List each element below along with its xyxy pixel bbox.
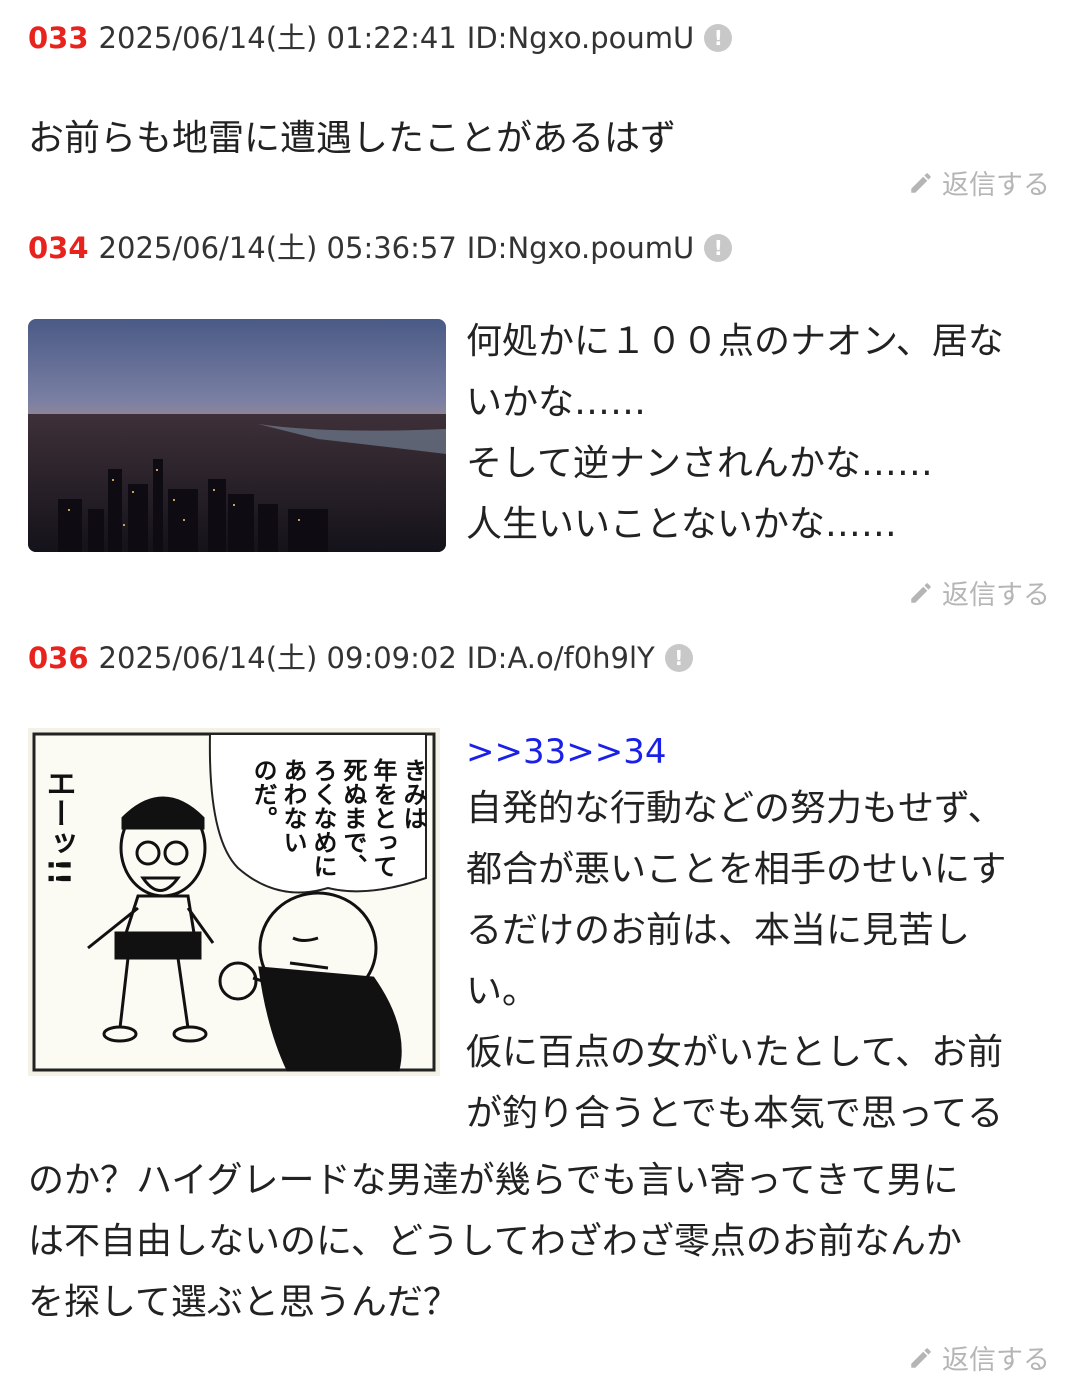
speech-text: あわない bbox=[279, 758, 307, 854]
post-body: 何処かに１００点のナオン、居な いかな…… そして逆ナンされんかな…… 人生いい… bbox=[466, 311, 1004, 555]
post-date: 2025/06/14(土) 09:09:02 bbox=[98, 641, 457, 675]
reply-label: 返信する bbox=[942, 170, 1050, 201]
post-text-line: 何処かに１００点のナオン、居な bbox=[466, 321, 1004, 362]
post-036: 036 2025/06/14(土) 09:09:02 ID:A.o/f0h9lY… bbox=[28, 638, 1050, 678]
reply-button[interactable]: 返信する bbox=[908, 163, 1050, 202]
post-header: 033 2025/06/14(土) 01:22:41 ID:Ngxo.poumU… bbox=[28, 18, 1050, 58]
speech-text: エーッ!! bbox=[41, 768, 76, 885]
post-text-line: 都合が悪いことを相手のせいにす bbox=[466, 849, 1007, 890]
post-text-line: そして逆ナンされんかな…… bbox=[466, 443, 933, 484]
post-date: 2025/06/14(土) 05:36:57 bbox=[98, 231, 457, 265]
reply-label: 返信する bbox=[942, 1345, 1050, 1376]
post-text-line: のか？ハイグレードな男達が幾らでも言い寄ってきて男に bbox=[28, 1160, 959, 1201]
post-text-line: お前らも地雷に遭遇したことがあるはず bbox=[28, 118, 677, 159]
post-text-line: 自発的な行動などの努力もせず、 bbox=[466, 788, 1004, 829]
city-sunset-photo[interactable] bbox=[28, 319, 446, 552]
post-text-line: 人生いいことないかな…… bbox=[466, 504, 897, 545]
reply-button[interactable]: 返信する bbox=[908, 573, 1050, 612]
speech-text: ろくなめに bbox=[309, 758, 337, 878]
post-text-line: を探して選ぶと思うんだ？ bbox=[28, 1282, 459, 1323]
post-text-line: い。 bbox=[466, 971, 539, 1012]
pencil-icon bbox=[911, 582, 931, 603]
reply-button[interactable]: 返信する bbox=[908, 1338, 1050, 1377]
post-body-full: のか？ハイグレードな男達が幾らでも言い寄ってきて男に は不自由しないのに、どうし… bbox=[28, 1150, 962, 1333]
manga-panel-graphic: きみは 年をとって 死ぬまで、 ろくなめに あわない のだ。 エーッ!! bbox=[28, 728, 440, 1076]
speech-text: 死ぬまで、 bbox=[339, 758, 367, 878]
post-text-line: いかな…… bbox=[466, 382, 647, 423]
post-id[interactable]: ID:A.o/f0h9lY bbox=[467, 638, 655, 678]
post-header: 036 2025/06/14(土) 09:09:02 ID:A.o/f0h9lY… bbox=[28, 638, 1050, 678]
post-text-line: は不自由しないのに、どうしてわざわざ零点のお前なんか bbox=[28, 1221, 962, 1262]
post-number[interactable]: 034 bbox=[28, 228, 89, 268]
post-number[interactable]: 036 bbox=[28, 638, 89, 678]
post-text-line: るだけのお前は、本当に見苦し bbox=[466, 910, 971, 951]
post-033: 033 2025/06/14(土) 01:22:41 ID:Ngxo.poumU… bbox=[28, 18, 1050, 169]
city-sunset-photo-graphic bbox=[28, 319, 446, 552]
post-header: 034 2025/06/14(土) 05:36:57 ID:Ngxo.poumU… bbox=[28, 228, 1050, 268]
post-number[interactable]: 033 bbox=[28, 18, 89, 58]
pencil-icon bbox=[911, 172, 931, 193]
info-icon[interactable]: ! bbox=[664, 644, 693, 672]
reply-label: 返信する bbox=[942, 580, 1050, 611]
info-icon[interactable]: ! bbox=[704, 24, 733, 52]
post-id[interactable]: ID:Ngxo.poumU bbox=[467, 228, 694, 268]
reply-anchor-link[interactable]: >>33>>34 bbox=[466, 732, 666, 772]
post-034: 034 2025/06/14(土) 05:36:57 ID:Ngxo.poumU… bbox=[28, 228, 1050, 268]
post-body-beside: 自発的な行動などの努力もせず、 都合が悪いことを相手のせいにす るだけのお前は、… bbox=[466, 778, 1006, 1144]
speech-text: のだ。 bbox=[249, 758, 277, 830]
post-text-line: が釣り合うとでも本気で思ってる bbox=[466, 1093, 1004, 1134]
anchor-line: >>33>>34 bbox=[466, 730, 666, 780]
info-icon[interactable]: ! bbox=[704, 234, 733, 262]
manga-panel[interactable]: きみは 年をとって 死ぬまで、 ろくなめに あわない のだ。 エーッ!! bbox=[28, 728, 440, 1076]
post-text-line: 仮に百点の女がいたとして、お前 bbox=[466, 1032, 1004, 1073]
post-body: お前らも地雷に遭遇したことがあるはず bbox=[28, 108, 1050, 169]
speech-text: 年をとって bbox=[369, 757, 397, 878]
post-date: 2025/06/14(土) 01:22:41 bbox=[98, 21, 457, 55]
speech-text: きみは bbox=[399, 758, 427, 830]
post-id[interactable]: ID:Ngxo.poumU bbox=[467, 18, 694, 58]
pencil-icon bbox=[911, 1347, 931, 1368]
